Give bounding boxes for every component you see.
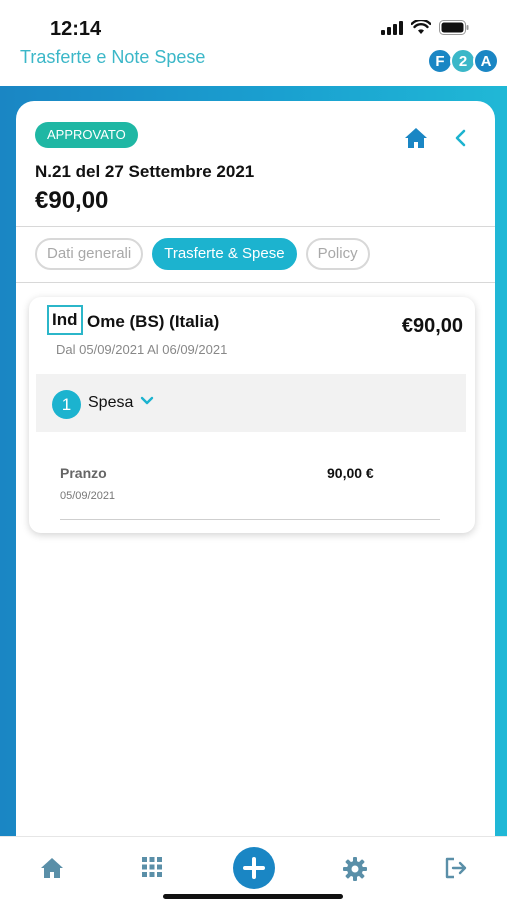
bottom-nav: [0, 836, 507, 900]
tabs: Dati generali Trasferte & Spese Policy: [35, 238, 370, 270]
grid-icon: [142, 857, 162, 877]
home-icon: [41, 858, 63, 878]
divider: [16, 282, 495, 283]
wifi-icon: [411, 20, 431, 34]
app-title: Trasferte e Note Spese: [20, 47, 206, 67]
home-button[interactable]: [404, 127, 428, 154]
chevron-down-icon: [140, 396, 154, 405]
nav-apps-button[interactable]: [142, 857, 162, 882]
expense-date: 05/09/2021: [60, 490, 116, 502]
home-indicator: [163, 894, 343, 899]
battery-icon: [439, 20, 469, 35]
trip-card[interactable]: Ind Ome (BS) (Italia) €90,00 Dal 05/09/2…: [29, 297, 475, 533]
trip-place: Ome (BS) (Italia): [87, 312, 220, 331]
logo-letter-a: A: [473, 48, 499, 74]
signal-icon: [381, 20, 403, 35]
logout-icon: [445, 857, 467, 879]
report-amount: €90,00: [35, 187, 109, 214]
f2a-logo: F 2 A: [427, 48, 499, 74]
tab-dati-generali[interactable]: Dati generali: [35, 238, 144, 270]
settings-icon: [343, 857, 367, 881]
nav-logout-button[interactable]: [444, 857, 468, 884]
tab-trasferte-spese[interactable]: Trasferte & Spese: [152, 238, 297, 270]
add-button[interactable]: [233, 847, 275, 889]
status-bar: 12:14: [0, 0, 507, 44]
divider: [60, 519, 440, 520]
trip-dates: Dal 05/09/2021 Al 06/09/2021: [56, 342, 228, 357]
nav-home-button[interactable]: [40, 857, 64, 884]
report-title: N.21 del 27 Settembre 2021: [35, 162, 255, 181]
status-icons: [381, 20, 469, 35]
add-icon: [243, 857, 265, 879]
divider: [16, 226, 495, 227]
status-badge: APPROVATO: [35, 122, 138, 148]
status-time: 12:14: [50, 18, 102, 40]
tab-policy[interactable]: Policy: [305, 238, 370, 270]
expense-amount: 90,00 €: [327, 465, 374, 481]
expense-report-card: APPROVATO N.21 del 27 Settembre 2021 €90…: [16, 101, 495, 841]
app-screen: 12:14 Trasferte e Note Spese F 2 A APPRO…: [0, 0, 507, 900]
trip-code: Ind: [47, 305, 83, 335]
back-button[interactable]: [454, 127, 468, 154]
chevron-left-icon: [455, 129, 466, 147]
nav-settings-button[interactable]: [343, 857, 367, 886]
trip-amount: €90,00: [401, 315, 463, 337]
home-icon: [405, 128, 427, 148]
expense-group-label: Spesa: [88, 394, 134, 411]
app-header: Trasferte e Note Spese F 2 A: [0, 44, 507, 86]
expense-name: Pranzo: [60, 465, 107, 481]
expense-count-badge: 1: [52, 390, 81, 419]
expense-group-toggle[interactable]: 1 Spesa: [36, 374, 466, 432]
